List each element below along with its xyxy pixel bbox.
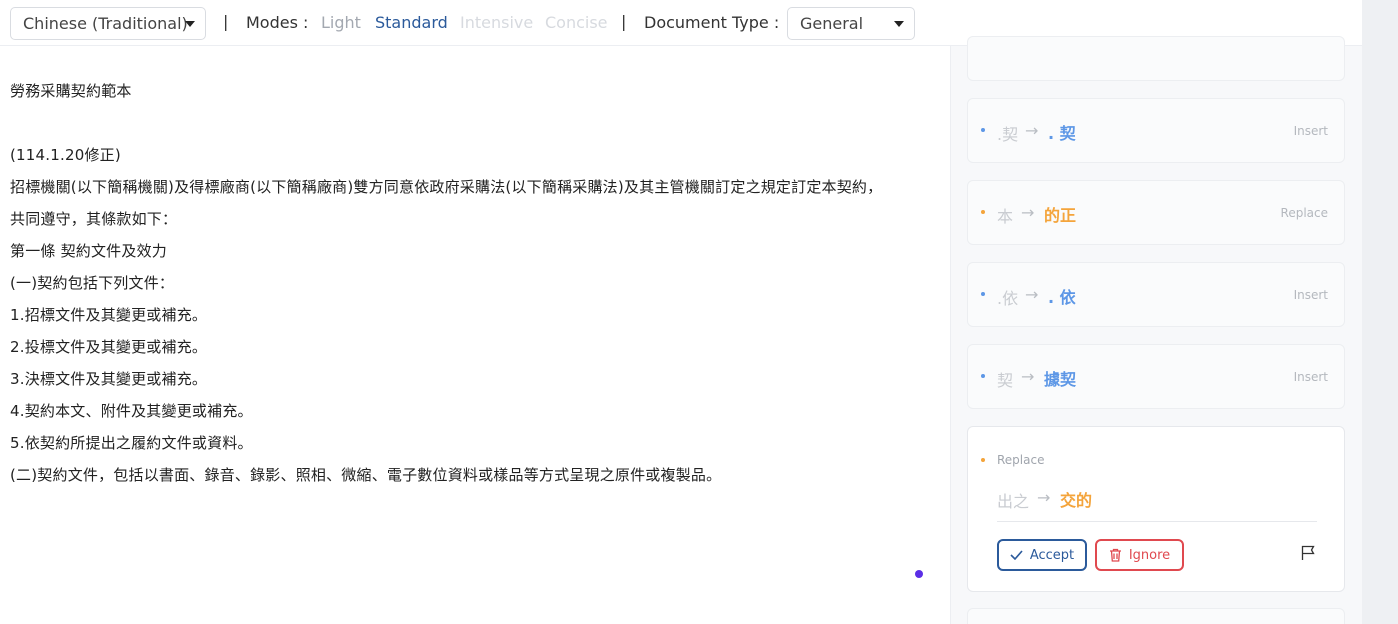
ignore-button[interactable]: Ignore [1095,539,1184,571]
modes-label: Modes : [246,13,309,32]
suggestions-panel: .契 → . 契 Insert 本 → 的正 Replace .依 → . 依 … [951,36,1362,624]
suggestion-original: .依 [997,289,1019,308]
document-type-select[interactable]: General [787,7,915,40]
suggestion-card[interactable] [967,608,1345,624]
chevron-down-icon [185,21,195,27]
mode-intensive[interactable]: Intensive [460,13,533,32]
document-line: 招標機關(以下簡稱機關)及得標廠商(以下簡稱廠商)雙方同意依政府采購法(以下簡稱… [10,178,883,196]
suggestion-action: Insert [1293,288,1328,302]
trash-icon [1109,548,1121,562]
mode-concise[interactable]: Concise [545,13,608,32]
document-editor[interactable]: 勞務采購契約範本 (114.1.20修正) 招標機關(以下簡稱機關)及得標廠商(… [0,57,950,624]
suggestion-action: Replace [1280,206,1328,220]
check-icon [1010,550,1023,560]
suggestion-original: 出之 [997,492,1030,511]
chevron-down-icon [894,21,904,27]
suggestion-card[interactable]: 本 → 的正 Replace [967,180,1345,245]
arrow-right-icon: → [1025,121,1039,140]
suggestion-replacement: . 契 [1048,124,1076,143]
flag-icon[interactable] [1301,545,1315,561]
bullet-icon [981,210,985,214]
suggestion-card[interactable]: 契 → 據契 Insert [967,344,1345,409]
arrow-right-icon: → [1037,488,1051,507]
document-line: 勞務采購契約範本 [10,82,132,100]
mode-light[interactable]: Light [321,13,361,32]
document-type-value: General [800,14,864,33]
suggestion-action: Insert [1293,370,1328,384]
toolbar-separator: | [621,12,627,31]
document-line: 2.投標文件及其變更或補充。 [10,338,208,356]
accept-button-label: Accept [1029,547,1075,563]
suggestion-card[interactable]: .依 → . 依 Insert [967,262,1345,327]
suggestion-action: Replace [997,453,1045,467]
arrow-right-icon: → [1021,203,1035,222]
document-line: 第一條 契約文件及效力 [10,242,167,260]
document-line: 5.依契約所提出之履約文件或資料。 [10,434,253,452]
suggestion-original: 契 [997,371,1014,390]
document-line: 4.契約本文、附件及其變更或補充。 [10,402,253,420]
document-line: (114.1.20修正) [10,146,121,164]
document-type-label: Document Type : [644,13,780,32]
arrow-right-icon: → [1025,285,1039,304]
suggestion-card-expanded[interactable]: Replace 出之 → 交的 Accept Ignore [967,426,1345,592]
grammar-checker-app: Chinese (Traditional) | Modes : Light St… [0,0,1398,624]
language-select-value: Chinese (Traditional) [23,14,188,33]
ignore-button-label: Ignore [1128,547,1171,563]
accept-button[interactable]: Accept [997,539,1087,571]
suggestion-original: .契 [997,125,1019,144]
document-line: 3.決標文件及其變更或補充。 [10,370,208,388]
document-line: 共同遵守，其條款如下： [10,210,178,228]
arrow-right-icon: → [1021,367,1035,386]
bullet-icon [981,458,985,462]
suggestion-original: 本 [997,207,1014,226]
bullet-icon [981,292,985,296]
document-line: (二)契約文件，包括以書面、錄音、錄影、照相、微縮、電子數位資料或樣品等方式呈現… [10,466,722,484]
suggestion-replacement: . 依 [1048,288,1076,307]
suggestion-action: Insert [1293,124,1328,138]
status-dot [915,570,923,578]
document-line: (一)契約包括下列文件： [10,274,175,292]
mode-standard[interactable]: Standard [375,13,448,32]
bullet-icon [981,374,985,378]
suggestion-replacement: 據契 [1044,370,1077,389]
scrollbar-track[interactable] [1362,0,1398,624]
divider [997,521,1317,522]
document-line: 1.招標文件及其變更或補充。 [10,306,208,324]
suggestion-replacement: 交的 [1060,491,1093,510]
suggestion-replacement: 的正 [1044,206,1077,225]
bullet-icon [981,128,985,132]
suggestion-card[interactable]: .契 → . 契 Insert [967,98,1345,163]
language-select[interactable]: Chinese (Traditional) [10,7,206,40]
toolbar-separator: | [223,12,229,31]
suggestion-card[interactable] [967,36,1345,81]
